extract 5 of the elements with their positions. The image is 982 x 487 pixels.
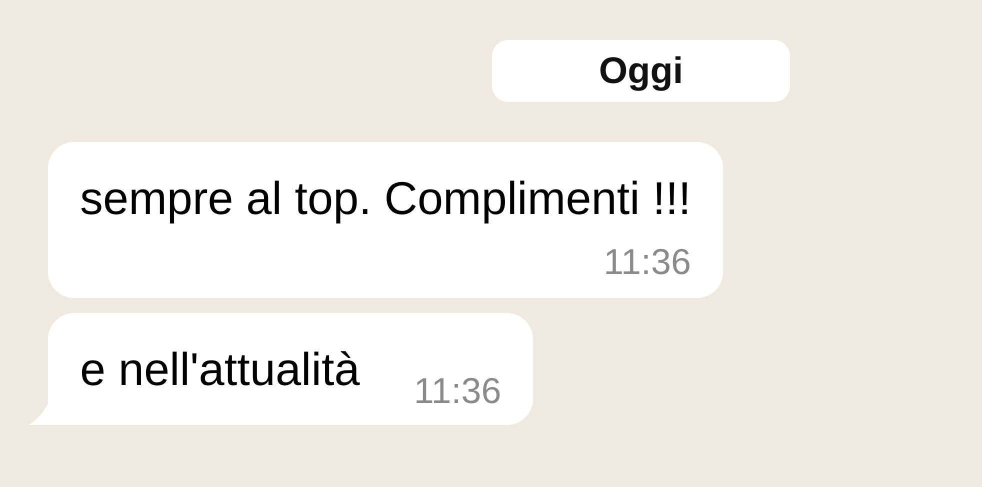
message-text: sempre al top. Complimenti !!!: [80, 171, 692, 226]
date-badge: Oggi: [492, 40, 790, 102]
message-text: e nell'attualità: [80, 342, 360, 397]
message-time: 11:36: [414, 369, 502, 413]
message-time: 11:36: [604, 240, 692, 284]
